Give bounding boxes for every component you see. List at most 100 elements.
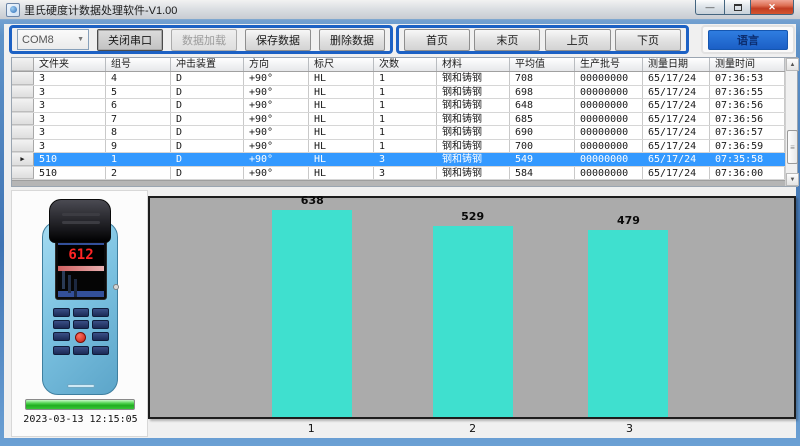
column-header-8[interactable]: 平均值 <box>510 58 575 71</box>
load-data-button[interactable]: 数据加载 <box>171 29 237 51</box>
column-header-6[interactable]: 次数 <box>374 58 437 71</box>
table-cell: 3 <box>374 167 437 180</box>
minimize-button[interactable]: — <box>695 0 724 15</box>
table-cell: +90° <box>244 72 309 85</box>
column-header-3[interactable]: 冲击装置 <box>171 58 244 71</box>
table-cell: +90° <box>244 167 309 180</box>
row-selector[interactable] <box>12 167 34 180</box>
table-cell: 6 <box>106 99 171 112</box>
table-cell: +90° <box>244 140 309 153</box>
device-screen: 612 <box>55 236 107 300</box>
table-cell: 65/17/24 <box>643 113 710 126</box>
table-cell: HL <box>309 86 374 99</box>
table-cell: HL <box>309 113 374 126</box>
table-cell: 07:36:59 <box>710 140 785 153</box>
table-cell: D <box>171 167 244 180</box>
table-cell: 钢和铸钢 <box>437 99 510 112</box>
table-cell: 1 <box>374 86 437 99</box>
vertical-scrollbar[interactable]: ▲ ≡ ▼ <box>785 58 797 186</box>
table-cell: 00000000 <box>575 86 643 99</box>
table-cell: 00000000 <box>575 126 643 139</box>
table-row[interactable]: 38D+90°HL1钢和铸钢6900000000065/17/2407:36:5… <box>12 126 785 140</box>
column-header-1[interactable]: 文件夹 <box>34 58 106 71</box>
chart-x-tick: 3 <box>589 422 669 435</box>
table-cell: 1 <box>374 72 437 85</box>
table-cell: HL <box>309 99 374 112</box>
window-title: 里氏硬度计数据处理软件-V1.00 <box>24 2 177 18</box>
scrollbar-thumb[interactable]: ≡ <box>787 130 798 164</box>
table-row[interactable]: 39D+90°HL1钢和铸钢7000000000065/17/2407:36:5… <box>12 140 785 154</box>
title-bar[interactable]: 里氏硬度计数据处理软件-V1.00 <box>0 0 800 20</box>
close-serial-button[interactable]: 关闭串口 <box>97 29 163 51</box>
serial-button-group: COM8 ▼ 关闭串口 数据加载 保存数据 删除数据 <box>9 25 393 54</box>
column-header-7[interactable]: 材料 <box>437 58 510 71</box>
row-selector[interactable] <box>12 126 34 139</box>
table-row[interactable]: 5102D+90°HL3钢和铸钢5840000000065/17/2407:36… <box>12 167 785 181</box>
row-selector[interactable]: ▶ <box>12 153 34 166</box>
column-header-5[interactable]: 标尺 <box>309 58 374 71</box>
table-cell: 钢和铸钢 <box>437 140 510 153</box>
table-cell: 3 <box>34 86 106 99</box>
column-header-2[interactable]: 组号 <box>106 58 171 71</box>
table-row[interactable]: 36D+90°HL1钢和铸钢6480000000065/17/2407:36:5… <box>12 99 785 113</box>
table-cell: 9 <box>106 140 171 153</box>
table-cell: 07:36:55 <box>710 86 785 99</box>
language-button[interactable]: 语言 <box>708 30 788 50</box>
device-panel: 612 2023-03-13 1 <box>11 190 148 437</box>
row-selector-corner <box>12 58 34 71</box>
table-cell: 00000000 <box>575 167 643 180</box>
device-body: 612 <box>42 221 118 395</box>
table-cell: 7 <box>106 113 171 126</box>
com-port-select[interactable]: COM8 ▼ <box>17 29 89 50</box>
column-header-4[interactable]: 方向 <box>244 58 309 71</box>
row-selector[interactable] <box>12 140 34 153</box>
table-cell: 65/17/24 <box>643 140 710 153</box>
next-page-button[interactable]: 下页 <box>615 29 681 51</box>
client-area: COM8 ▼ 关闭串口 数据加载 保存数据 删除数据 首页 末页 上页 下页 语… <box>4 24 796 438</box>
last-page-button[interactable]: 末页 <box>474 29 540 51</box>
column-header-11[interactable]: 测量时间 <box>710 58 785 71</box>
chevron-down-icon: ▼ <box>77 36 84 43</box>
com-port-value: COM8 <box>22 34 77 46</box>
column-header-10[interactable]: 测量日期 <box>643 58 710 71</box>
table-cell: 3 <box>34 72 106 85</box>
table-cell: +90° <box>244 99 309 112</box>
delete-data-button[interactable]: 删除数据 <box>319 29 385 51</box>
table-cell: HL <box>309 167 374 180</box>
prev-page-button[interactable]: 上页 <box>545 29 611 51</box>
language-button-frame: 语言 <box>701 25 795 54</box>
toolbar: COM8 ▼ 关闭串口 数据加载 保存数据 删除数据 首页 末页 上页 下页 语… <box>4 24 796 57</box>
table-cell: 00000000 <box>575 72 643 85</box>
table-cell: 1 <box>374 140 437 153</box>
table-row[interactable]: 34D+90°HL1钢和铸钢7080000000065/17/2407:36:5… <box>12 72 785 86</box>
table-row[interactable]: 37D+90°HL1钢和铸钢6850000000065/17/2407:36:5… <box>12 113 785 127</box>
chart-bar <box>433 226 513 417</box>
table-cell: 65/17/24 <box>643 153 710 166</box>
save-data-button[interactable]: 保存数据 <box>245 29 311 51</box>
first-page-button[interactable]: 首页 <box>404 29 470 51</box>
table-cell: 1 <box>374 99 437 112</box>
scroll-up-icon[interactable]: ▲ <box>786 58 799 71</box>
table-cell: +90° <box>244 153 309 166</box>
table-cell: D <box>171 113 244 126</box>
table-cell: 钢和铸钢 <box>437 126 510 139</box>
maximize-button[interactable] <box>724 0 751 15</box>
table-row[interactable]: ▶5101D+90°HL3钢和铸钢5490000000065/17/2407:3… <box>12 153 785 167</box>
table-cell: 5 <box>106 86 171 99</box>
table-cell: 钢和铸钢 <box>437 86 510 99</box>
column-header-9[interactable]: 生产批号 <box>575 58 643 71</box>
row-selector[interactable] <box>12 72 34 85</box>
table-cell: 00000000 <box>575 113 643 126</box>
table-cell: 708 <box>510 72 575 85</box>
table-cell: 549 <box>510 153 575 166</box>
row-selector[interactable] <box>12 99 34 112</box>
row-selector[interactable] <box>12 113 34 126</box>
row-selector[interactable] <box>12 86 34 99</box>
table-cell: 钢和铸钢 <box>437 72 510 85</box>
close-button[interactable]: ✕ <box>751 0 794 15</box>
table-cell: 3 <box>34 140 106 153</box>
device-printer-cap <box>49 199 111 243</box>
table-row[interactable]: 35D+90°HL1钢和铸钢6980000000065/17/2407:36:5… <box>12 86 785 100</box>
table-cell: 65/17/24 <box>643 72 710 85</box>
scroll-down-icon[interactable]: ▼ <box>786 173 799 186</box>
